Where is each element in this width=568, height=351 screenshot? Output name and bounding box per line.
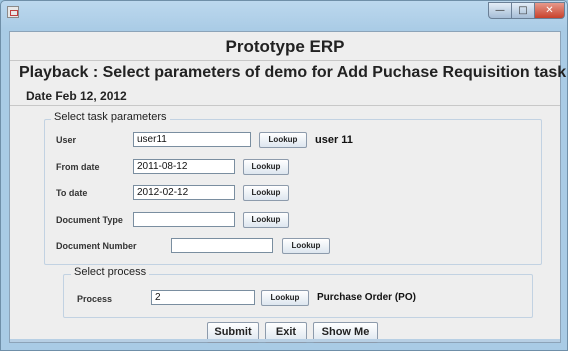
minimize-button[interactable]: —: [488, 2, 512, 19]
divider: [10, 105, 560, 106]
from-date-lookup-button[interactable]: Lookup: [243, 159, 289, 175]
to-date-input[interactable]: 2012-02-12: [133, 185, 235, 200]
app-window: — □ ✕ Prototype ERP Playback : Select pa…: [0, 0, 568, 351]
to-date-lookup-button[interactable]: Lookup: [243, 185, 289, 201]
document-number-input[interactable]: [171, 238, 273, 253]
from-date-input[interactable]: 2011-08-12: [133, 159, 235, 174]
app-title: Prototype ERP: [225, 37, 345, 56]
user-input[interactable]: user11: [133, 132, 251, 147]
user-lookup-button[interactable]: Lookup: [259, 132, 307, 148]
divider: [10, 60, 560, 61]
bottom-border: [10, 339, 560, 342]
user-label: User: [56, 135, 77, 145]
process-input[interactable]: 2: [151, 290, 255, 305]
document-number-lookup-button[interactable]: Lookup: [282, 238, 330, 254]
document-type-lookup-button[interactable]: Lookup: [243, 212, 289, 228]
close-button[interactable]: ✕: [534, 2, 565, 19]
task-parameters-legend: Select task parameters: [51, 111, 170, 123]
client-area: Prototype ERP Playback : Select paramete…: [9, 31, 566, 343]
page-title: Playback : Select parameters of demo for…: [19, 64, 567, 81]
date-label: Date Feb 12, 2012: [26, 89, 127, 103]
to-date-label: To date: [56, 188, 88, 198]
document-type-label: Document Type: [56, 215, 123, 225]
java-cup-icon: [7, 6, 19, 18]
process-label: Process: [77, 294, 113, 304]
process-legend: Select process: [71, 266, 150, 278]
user-result: user 11: [315, 134, 353, 146]
process-lookup-button[interactable]: Lookup: [261, 290, 309, 306]
document-type-input[interactable]: [133, 212, 235, 227]
from-date-label: From date: [56, 162, 100, 172]
process-result: Purchase Order (PO): [317, 292, 416, 303]
document-number-label: Document Number: [56, 241, 137, 251]
maximize-button[interactable]: □: [511, 2, 535, 19]
